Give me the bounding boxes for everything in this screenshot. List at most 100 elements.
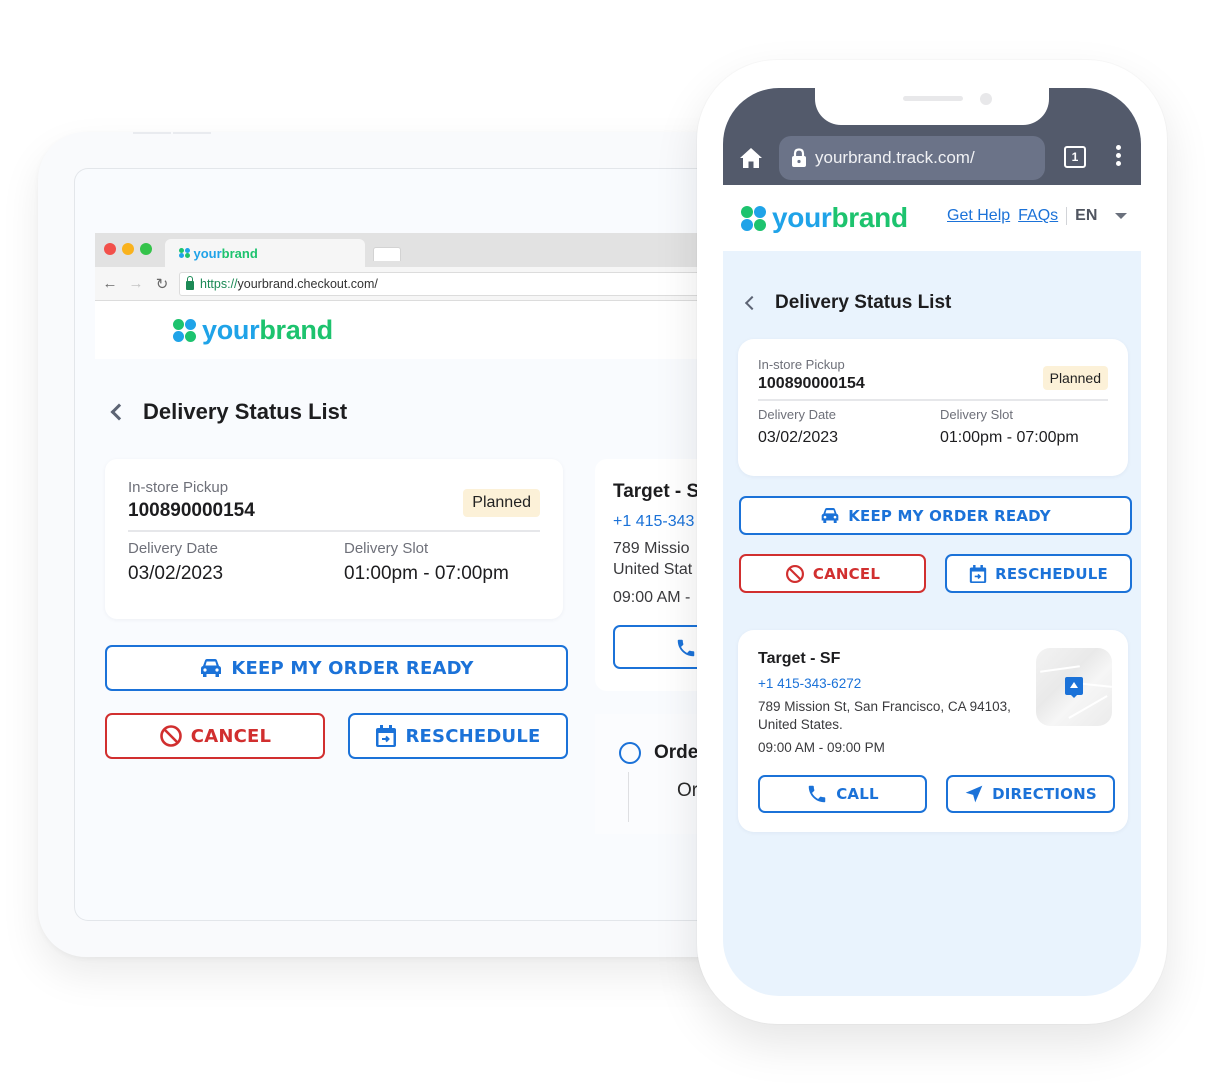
divider bbox=[1066, 207, 1068, 225]
status-badge: Planned bbox=[463, 489, 540, 517]
speaker bbox=[903, 96, 963, 101]
page-title-row: Delivery Status List bbox=[110, 399, 348, 425]
brand-logo[interactable]: yourbrand bbox=[173, 315, 333, 346]
page-title: Delivery Status List bbox=[775, 292, 952, 313]
chevron-down-icon[interactable] bbox=[1115, 213, 1128, 219]
mobile-url-text: yourbrand.track.com/ bbox=[815, 148, 975, 167]
order-meta-row: Delivery Date 03/02/2023 Delivery Slot 0… bbox=[758, 407, 1108, 447]
back-arrow-icon[interactable]: ← bbox=[101, 275, 119, 292]
map-pin-icon bbox=[1065, 677, 1083, 698]
page-title: Delivery Status List bbox=[143, 399, 348, 424]
reschedule-label: RESCHEDULE bbox=[405, 725, 541, 747]
directions-button[interactable]: DIRECTIONS bbox=[946, 775, 1115, 813]
cancel-button[interactable]: CANCEL bbox=[105, 713, 325, 759]
delivery-date: Delivery Date 03/02/2023 bbox=[758, 407, 926, 447]
faqs-link[interactable]: FAQs bbox=[1018, 207, 1058, 225]
order-meta-row: Delivery Date 03/02/2023 Delivery Slot 0… bbox=[128, 540, 540, 585]
mobile-address-bar[interactable]: yourbrand.track.com/ bbox=[779, 136, 1045, 180]
back-chevron-icon[interactable] bbox=[744, 295, 760, 311]
store-address-line1: 789 Mission St, San Francisco, CA 94103, bbox=[758, 699, 1011, 714]
divider bbox=[128, 530, 540, 532]
tab-title: yourbrand bbox=[194, 246, 258, 261]
phone-icon bbox=[808, 785, 826, 803]
reschedule-button[interactable]: RESCHEDULE bbox=[348, 713, 568, 759]
new-tab-button[interactable] bbox=[373, 247, 401, 261]
header-links: Get Help FAQs EN bbox=[947, 207, 1128, 225]
phone-mockup: yourbrand.track.com/ 1 yourbrand Get Hel… bbox=[697, 60, 1167, 1024]
delivery-slot: Delivery Slot 01:00pm - 07:00pm bbox=[926, 407, 1108, 447]
tablet-button bbox=[173, 132, 211, 134]
store-address-line1: 789 Missio bbox=[613, 540, 690, 557]
desktop-browser-window: yourbrand ← → ↻ https://yourbrand.checko… bbox=[95, 233, 774, 920]
mobile-browser-toolbar: yourbrand.track.com/ 1 bbox=[723, 133, 1141, 185]
cancel-button[interactable]: CANCEL bbox=[739, 554, 926, 593]
store-address-line2: United States. bbox=[758, 716, 843, 732]
language-selector[interactable]: EN bbox=[1075, 207, 1097, 225]
tablet-mockup: yourbrand ← → ↻ https://yourbrand.checko… bbox=[38, 132, 778, 957]
timeline-connector bbox=[628, 772, 629, 822]
delivery-slot: Delivery Slot 01:00pm - 07:00pm bbox=[324, 540, 540, 585]
minimize-window-button[interactable] bbox=[122, 243, 134, 255]
forward-arrow-icon[interactable]: → bbox=[127, 275, 145, 292]
brand-suffix: brand bbox=[259, 314, 333, 345]
calendar-icon bbox=[376, 725, 397, 747]
delivery-date-value: 03/02/2023 bbox=[128, 563, 224, 584]
call-label: CALL bbox=[836, 785, 879, 803]
order-card: In-store Pickup 100890000154 Planned Del… bbox=[105, 459, 563, 619]
phone-notch bbox=[815, 88, 1049, 125]
delivery-date-label: Delivery Date bbox=[758, 407, 837, 422]
delivery-slot-label: Delivery Slot bbox=[940, 407, 1013, 422]
car-icon bbox=[201, 659, 222, 677]
tab-switcher-button[interactable]: 1 bbox=[1064, 146, 1086, 168]
brand-logo-icon bbox=[173, 318, 196, 342]
get-help-link[interactable]: Get Help bbox=[947, 207, 1010, 225]
brand-prefix: your bbox=[202, 314, 260, 345]
cancel-label: CANCEL bbox=[812, 564, 881, 583]
map-road bbox=[1040, 665, 1080, 673]
brand-suffix: brand bbox=[831, 202, 908, 233]
keep-order-ready-button[interactable]: KEEP MY ORDER READY bbox=[739, 496, 1132, 535]
more-options-icon[interactable] bbox=[1116, 145, 1121, 169]
brand-logo-icon bbox=[741, 205, 766, 231]
maximize-window-button[interactable] bbox=[140, 243, 152, 255]
cancel-label: CANCEL bbox=[190, 725, 272, 747]
mobile-site-header: yourbrand Get Help FAQs EN bbox=[723, 185, 1141, 251]
delivery-date-value: 03/02/2023 bbox=[758, 429, 839, 446]
lock-icon bbox=[792, 148, 806, 167]
store-hours: 09:00 AM - 09:00 PM bbox=[758, 740, 885, 756]
tablet-screen: yourbrand ← → ↻ https://yourbrand.checko… bbox=[74, 168, 774, 921]
camera bbox=[980, 93, 992, 105]
brand-logo-icon bbox=[179, 247, 190, 259]
close-window-button[interactable] bbox=[104, 243, 116, 255]
brand-logo[interactable]: yourbrand bbox=[741, 202, 908, 234]
timeline-step-circle-icon bbox=[619, 742, 641, 764]
delivery-date-label: Delivery Date bbox=[128, 540, 219, 557]
delivery-slot-value: 01:00pm - 07:00pm bbox=[344, 563, 509, 584]
store-map-thumbnail[interactable] bbox=[1036, 648, 1112, 726]
ban-icon bbox=[159, 725, 182, 747]
phone-icon bbox=[677, 639, 695, 657]
keep-order-ready-button[interactable]: KEEP MY ORDER READY bbox=[105, 645, 568, 691]
address-bar[interactable]: https://yourbrand.checkout.com/ bbox=[179, 271, 774, 296]
store-card: Target - SF +1 415-343-6272 789 Mission … bbox=[738, 630, 1128, 832]
browser-tab-active[interactable]: yourbrand bbox=[165, 239, 365, 267]
store-address-line2: United Stat bbox=[613, 560, 693, 578]
browser-toolbar: ← → ↻ https://yourbrand.checkout.com/ bbox=[95, 267, 774, 301]
url-scheme: https:// bbox=[200, 276, 238, 291]
home-icon[interactable] bbox=[739, 147, 763, 169]
keep-order-ready-label: KEEP MY ORDER READY bbox=[231, 657, 474, 679]
directions-label: DIRECTIONS bbox=[992, 785, 1097, 803]
url-host: yourbrand.checkout.com/ bbox=[237, 276, 378, 291]
tablet-button bbox=[133, 132, 171, 134]
brand-logo-text: yourbrand bbox=[202, 315, 333, 346]
reload-icon[interactable]: ↻ bbox=[153, 275, 171, 293]
calendar-icon bbox=[969, 564, 987, 583]
call-button[interactable]: CALL bbox=[758, 775, 927, 813]
navigation-arrow-icon bbox=[965, 785, 983, 803]
brand-logo-text: yourbrand bbox=[772, 202, 908, 234]
delivery-date: Delivery Date 03/02/2023 bbox=[128, 540, 324, 585]
back-chevron-icon[interactable] bbox=[110, 403, 128, 421]
reschedule-button[interactable]: RESCHEDULE bbox=[945, 554, 1132, 593]
delivery-slot-label: Delivery Slot bbox=[344, 540, 429, 557]
timeline-step-subtitle: Or bbox=[677, 780, 699, 801]
